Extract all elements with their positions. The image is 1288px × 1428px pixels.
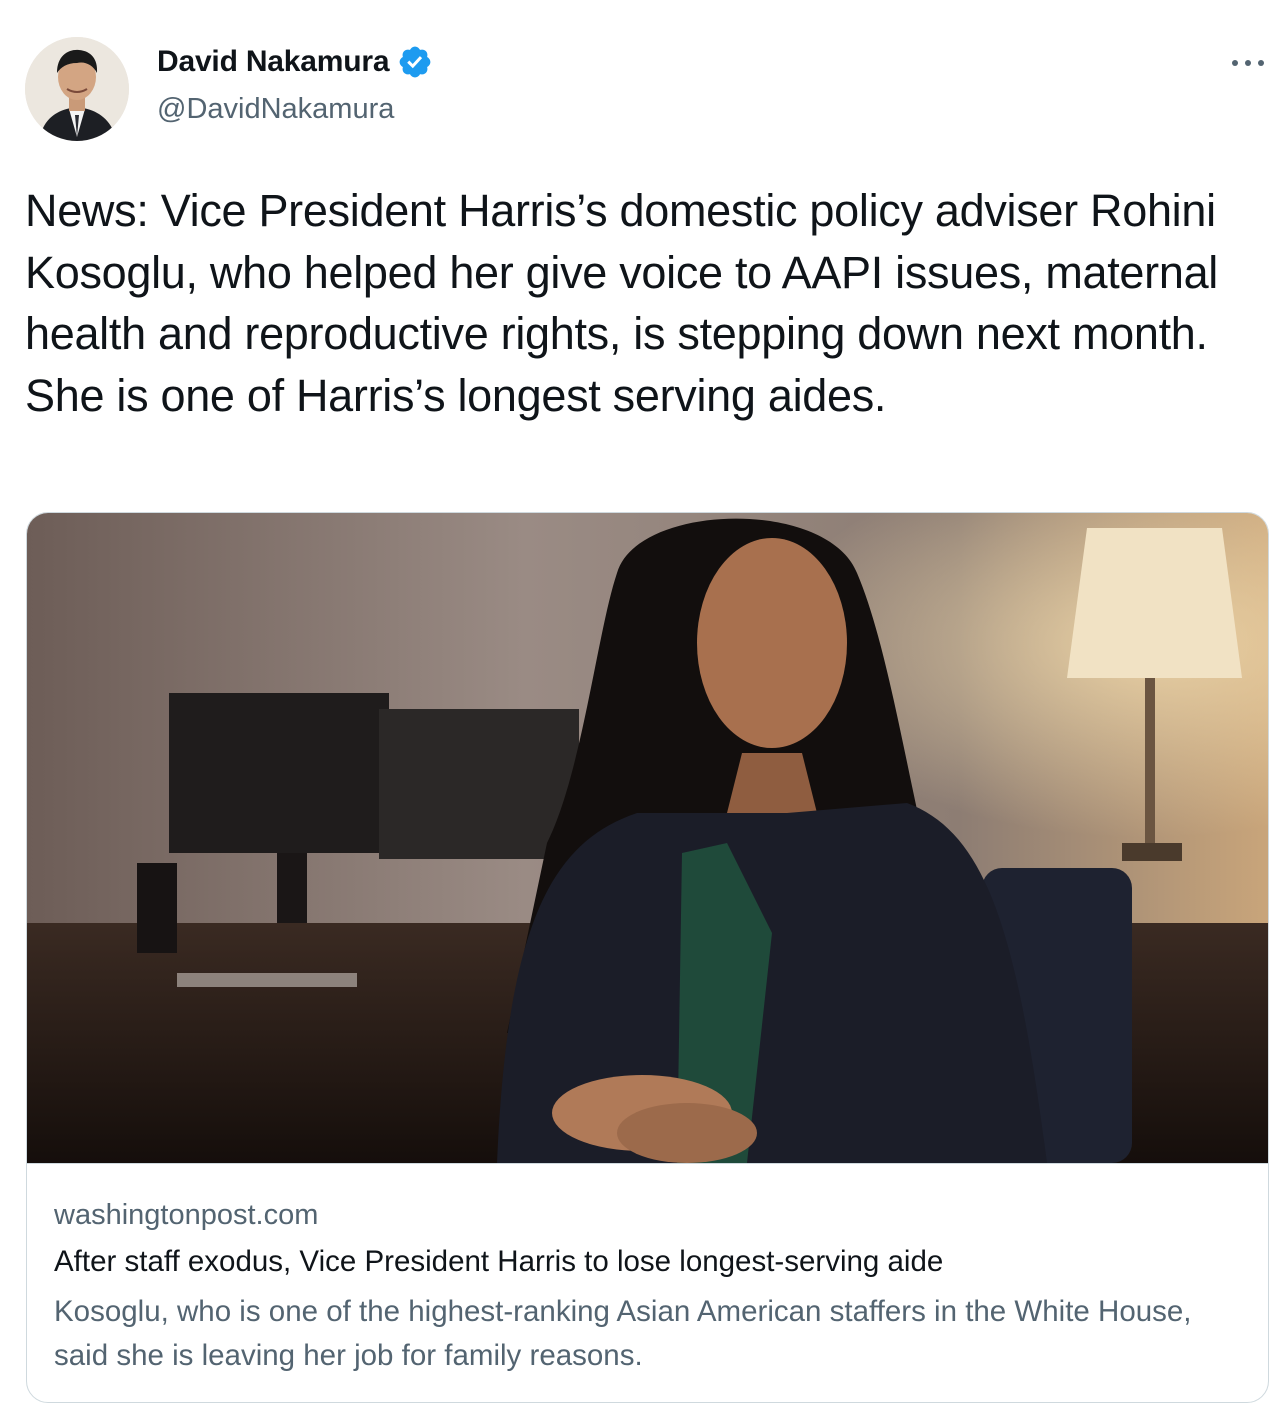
dot	[1245, 60, 1251, 66]
card-domain: washingtonpost.com	[54, 1199, 319, 1231]
card-title[interactable]: After staff exodus, Vice President Harri…	[54, 1242, 943, 1282]
card-description: Kosoglu, who is one of the highest-ranki…	[54, 1295, 1192, 1372]
avatar[interactable]	[25, 37, 129, 141]
dot	[1258, 60, 1264, 66]
tweet-text: News: Vice President Harris’s domestic p…	[25, 185, 1218, 421]
link-card[interactable]: washingtonpost.com After staff exodus, V…	[26, 512, 1269, 1403]
author-name-row: David Nakamura	[157, 42, 433, 82]
more-options-icon[interactable]	[1228, 48, 1268, 78]
verified-badge-icon	[399, 46, 431, 78]
author-display-name[interactable]: David Nakamura	[157, 42, 390, 82]
article-photo[interactable]	[27, 513, 1268, 1164]
profile-photo-avatar	[25, 37, 129, 141]
dot	[1232, 60, 1238, 66]
article-photo-illustration	[27, 513, 1268, 1163]
author-handle[interactable]: @DavidNakamura	[157, 90, 394, 128]
